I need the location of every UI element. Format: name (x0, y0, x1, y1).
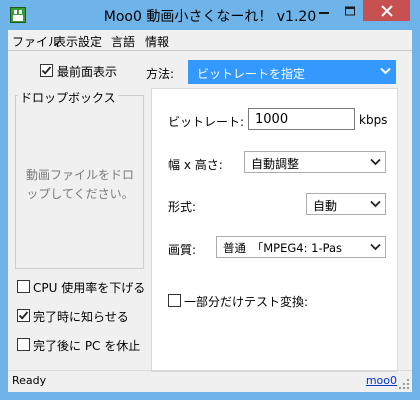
minimize-button[interactable] (311, 0, 337, 21)
close-button[interactable] (363, 0, 410, 21)
method-label: 方法: (146, 67, 175, 81)
method-dropdown[interactable]: ビットレートを指定 (188, 60, 396, 84)
menu-divider (8, 50, 412, 51)
status-divider (8, 370, 412, 371)
bitrate-value: 1000 (255, 112, 289, 127)
bitrate-input[interactable]: 1000 (248, 108, 355, 130)
quality-dropdown[interactable]: 普通 「MPEG4: 1-Pas (216, 236, 386, 258)
drop-box-hint: 動画ファイルをドロ ップしてください。 (16, 166, 144, 204)
chevron-down-icon (370, 158, 381, 166)
notify-on-finish-checkbox[interactable] (17, 309, 30, 322)
sleep-after-finish-label[interactable]: 完了後に PC を休止 (33, 337, 140, 354)
low-cpu-checkbox[interactable] (17, 280, 30, 293)
size-value: 自動調整 (251, 157, 300, 171)
size-label: 幅 x 高さ: (168, 158, 223, 172)
menu-language[interactable]: 言語 (111, 33, 135, 50)
always-on-top-label[interactable]: 最前面表示 (57, 63, 117, 80)
drop-box-hint-line1: 動画ファイルをドロ (25, 168, 134, 182)
chevron-down-icon (370, 200, 381, 208)
menu-file[interactable]: ファイル (12, 33, 60, 50)
drop-box-title: ドロップボックス (18, 89, 118, 106)
sleep-after-finish-checkbox[interactable] (17, 338, 30, 351)
checkmark-icon (41, 66, 52, 75)
low-cpu-label[interactable]: CPU 使用率を下げる (33, 279, 145, 296)
drop-box-hint-line2: ップしてください。 (26, 187, 134, 201)
moo0-link[interactable]: moo0 (366, 374, 397, 387)
notify-on-finish-label[interactable]: 完了時に知らせる (33, 308, 129, 325)
maximize-button[interactable] (337, 0, 363, 21)
quality-label: 画質: (168, 243, 197, 257)
minimize-icon (319, 11, 329, 14)
chevron-down-icon (370, 243, 381, 251)
quality-value: 普通 「MPEG4: 1-Pas (223, 241, 343, 255)
client-area: ファイル 表示設定 言語 情報 最前面表示 ドロップボックス 動画ファイルをドロ… (8, 30, 412, 392)
resize-grip-icon[interactable] (399, 379, 410, 390)
bitrate-unit: kbps (359, 113, 388, 127)
menu-bar: ファイル 表示設定 言語 情報 (8, 30, 412, 50)
checkmark-icon (18, 311, 29, 320)
partial-test-checkbox[interactable] (168, 294, 181, 307)
size-dropdown[interactable]: 自動調整 (244, 151, 386, 173)
menu-info[interactable]: 情報 (145, 33, 169, 50)
method-value: ビットレートを指定 (197, 67, 306, 81)
maximize-icon (345, 6, 355, 15)
format-dropdown[interactable]: 自動 (306, 193, 386, 215)
status-text: Ready (12, 374, 47, 387)
format-label: 形式: (168, 200, 197, 214)
menu-view-settings[interactable]: 表示設定 (54, 33, 102, 50)
format-value: 自動 (313, 199, 338, 213)
bitrate-label: ビットレート: (168, 115, 245, 129)
chevron-down-icon (380, 67, 391, 75)
app-window: Moo0 動画小さくなーれ！ v1.20 ファイル 表示設定 言語 情報 最前面… (0, 0, 420, 400)
title-bar[interactable]: Moo0 動画小さくなーれ！ v1.20 (0, 0, 420, 30)
close-icon (380, 5, 393, 16)
always-on-top-checkbox[interactable] (40, 64, 53, 77)
partial-test-label[interactable]: 一部分だけテスト変換: (184, 293, 308, 310)
settings-panel (151, 88, 398, 372)
